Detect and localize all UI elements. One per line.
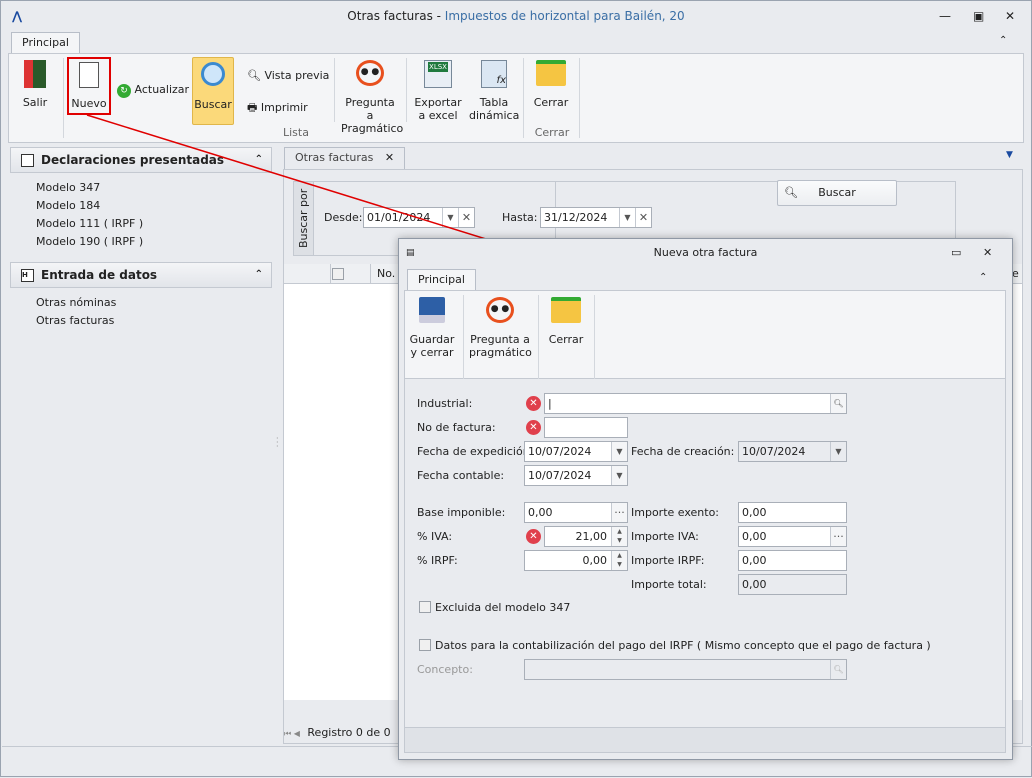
- iva-spinner[interactable]: 21,00 ▲ ▼: [544, 526, 628, 547]
- spinner-arrows-icon[interactable]: ▲ ▼: [611, 527, 627, 546]
- cerrar-label: Cerrar: [548, 333, 584, 346]
- folder-icon: [551, 297, 581, 323]
- dialog-title-bar: ▤ Nueva otra factura ▭ ✕: [399, 239, 1012, 267]
- collapse-ribbon-icon[interactable]: ⌃: [979, 272, 987, 283]
- search-icon[interactable]: 🔍︎: [830, 394, 846, 413]
- fecha-contable-input[interactable]: 10/07/2024 ▼: [524, 465, 628, 486]
- dialog-status-bar: [404, 727, 1006, 753]
- irpf-spinner[interactable]: 0,00 ▲ ▼: [524, 550, 628, 571]
- concepto-input: 🔍︎: [524, 659, 847, 680]
- guardar-label-1: Guardar: [409, 333, 455, 346]
- importe-total-label: Importe total:: [631, 578, 707, 591]
- fecha-creacion-value: 10/07/2024: [742, 445, 806, 458]
- pregunta-label-2: pragmático: [469, 346, 532, 359]
- iva-value: 21,00: [575, 530, 608, 543]
- irpf-label: % IRPF:: [417, 554, 458, 567]
- importe-irpf-label: Importe IRPF:: [631, 554, 705, 567]
- importe-iva-input[interactable]: 0,00 ···: [738, 526, 847, 547]
- excluida-347-checkbox[interactable]: [419, 601, 431, 613]
- importe-irpf-input[interactable]: 0,00: [738, 550, 847, 571]
- fecha-expedicion-value: 10/07/2024: [528, 445, 592, 458]
- divider: [538, 295, 539, 379]
- pregunta-label-1: Pregunta a: [470, 333, 530, 346]
- dropdown-arrow-icon[interactable]: ▼: [611, 466, 627, 485]
- robot-icon: ● ●: [486, 297, 514, 323]
- save-disk-icon: [419, 297, 445, 323]
- no-factura-input[interactable]: [544, 417, 628, 438]
- fecha-expedicion-input[interactable]: 10/07/2024 ▼: [524, 441, 628, 462]
- dialog-close-button[interactable]: ✕: [983, 239, 992, 267]
- datos-irpf-checkbox[interactable]: [419, 639, 431, 651]
- fecha-creacion-input[interactable]: 10/07/2024 ▼: [738, 441, 847, 462]
- concepto-label: Concepto:: [417, 663, 473, 676]
- dropdown-arrow-icon[interactable]: ▼: [611, 442, 627, 461]
- datos-irpf-label[interactable]: Datos para la contabilización del pago d…: [435, 635, 931, 656]
- importe-total-input: 0,00: [738, 574, 847, 595]
- dialog-tab-principal[interactable]: Principal: [407, 269, 476, 291]
- base-imponible-label: Base imponible:: [417, 506, 506, 519]
- fecha-contable-value: 10/07/2024: [528, 469, 592, 482]
- dialog-form: Industrial: ✕ | 🔍︎ No de factura: ✕ Fecha…: [404, 379, 1006, 727]
- pregunta-pragmatico-button[interactable]: ● ● Pregunta a pragmático: [469, 297, 532, 359]
- fecha-expedicion-label: Fecha de expedición:: [417, 445, 534, 458]
- dialog-title: Nueva otra factura: [653, 246, 758, 259]
- error-icon: ✕: [526, 396, 541, 411]
- ellipsis-icon[interactable]: ···: [830, 527, 846, 546]
- spinner-arrows-icon[interactable]: ▲ ▼: [611, 551, 627, 570]
- dialog-minimize-button[interactable]: ▭: [951, 239, 961, 267]
- dialog-ribbon: Guardar y cerrar ● ● Pregunta a pragmático …: [404, 290, 1006, 379]
- iva-label: % IVA:: [417, 530, 453, 543]
- excluida-347-label[interactable]: Excluida del modelo 347: [435, 597, 570, 618]
- fecha-creacion-label: Fecha de creación:: [631, 445, 735, 458]
- importe-exento-input[interactable]: 0,00: [738, 502, 847, 523]
- base-imponible-input[interactable]: 0,00 ···: [524, 502, 628, 523]
- guardar-label-2: y cerrar: [410, 346, 454, 359]
- importe-iva-value: 0,00: [742, 530, 767, 543]
- cerrar-button[interactable]: Cerrar: [543, 297, 589, 346]
- nueva-otra-factura-dialog: ▤ Nueva otra factura ▭ ✕ Principal ⌃ Gua…: [398, 238, 1013, 760]
- no-factura-label: No de factura:: [417, 421, 496, 434]
- base-imponible-value: 0,00: [528, 506, 553, 519]
- error-icon: ✕: [526, 420, 541, 435]
- divider: [594, 295, 595, 379]
- divider: [463, 295, 464, 379]
- error-icon: ✕: [526, 529, 541, 544]
- ellipsis-icon[interactable]: ···: [611, 503, 627, 522]
- dropdown-arrow-icon[interactable]: ▼: [830, 442, 846, 461]
- importe-iva-label: Importe IVA:: [631, 530, 699, 543]
- invoice-icon: ▤: [406, 248, 415, 258]
- irpf-value: 0,00: [582, 554, 608, 567]
- fecha-contable-label: Fecha contable:: [417, 469, 505, 482]
- search-icon: 🔍︎: [830, 660, 846, 679]
- industrial-input[interactable]: | 🔍︎: [544, 393, 847, 414]
- importe-exento-label: Importe exento:: [631, 506, 720, 519]
- industrial-label: Industrial:: [417, 397, 473, 410]
- guardar-cerrar-button[interactable]: Guardar y cerrar: [407, 297, 457, 359]
